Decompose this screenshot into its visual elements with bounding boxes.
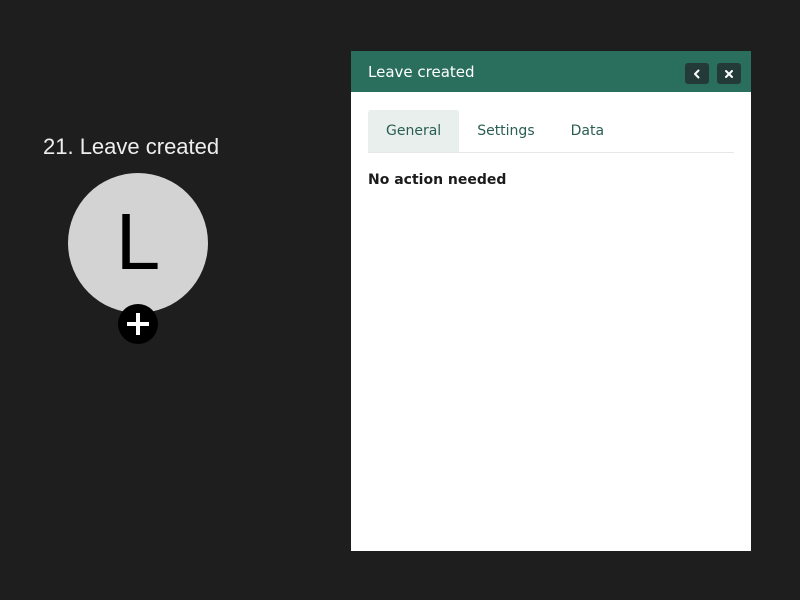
flow-canvas[interactable]: 21. Leave created L Leave created Genera… <box>0 0 800 600</box>
properties-panel: Leave created General Settings Data No a… <box>351 51 751 551</box>
node-title: 21. Leave created <box>43 134 220 159</box>
status-text: No action needed <box>368 172 507 188</box>
panel-header: Leave created <box>351 51 751 92</box>
flow-node[interactable]: L <box>68 173 208 313</box>
panel-title: Leave created <box>368 62 475 81</box>
tab-data[interactable]: Data <box>553 110 622 152</box>
chevron-left-icon <box>694 69 700 78</box>
tab-settings[interactable]: Settings <box>459 110 552 152</box>
add-step-button[interactable] <box>118 304 158 344</box>
node-letter: L <box>115 197 161 286</box>
plus-icon <box>127 313 149 335</box>
back-button[interactable] <box>685 63 709 84</box>
tab-general[interactable]: General <box>368 110 460 152</box>
close-button[interactable] <box>717 63 741 84</box>
panel-tabs: General Settings Data <box>368 110 734 153</box>
close-icon <box>725 69 733 78</box>
